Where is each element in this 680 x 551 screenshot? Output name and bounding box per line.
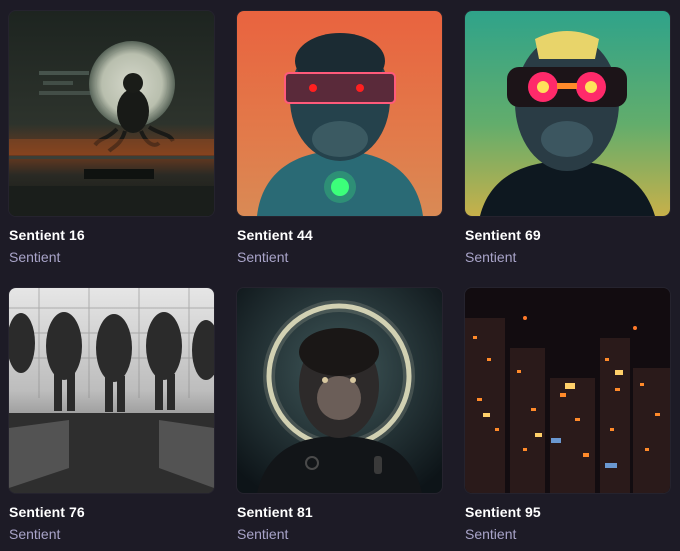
nft-collection-name[interactable]: Sentient (9, 526, 60, 542)
night-city-lights-artwork (465, 288, 670, 493)
cyber-ape-goggles-teal-artwork (465, 11, 670, 216)
ape-halo-portrait-artwork (237, 288, 442, 493)
nft-collection-name[interactable]: Sentient (465, 526, 516, 542)
cyber-ape-visor-orange-artwork (237, 11, 442, 216)
ape-soldiers-monochrome-artwork (9, 288, 214, 493)
nft-card[interactable]: Sentient 16 Sentient (9, 11, 214, 271)
nft-card[interactable]: Sentient 76 Sentient (9, 288, 214, 548)
nft-card[interactable]: Sentient 44 Sentient (237, 11, 442, 271)
moon-ape-octopus-artwork (9, 11, 214, 216)
nft-collection-name[interactable]: Sentient (9, 249, 60, 265)
nft-image[interactable] (9, 288, 214, 493)
nft-image[interactable] (465, 11, 670, 216)
nft-title[interactable]: Sentient 76 (9, 504, 85, 520)
nft-collection-name[interactable]: Sentient (237, 249, 288, 265)
nft-image[interactable] (9, 11, 214, 216)
nft-collection-name[interactable]: Sentient (465, 249, 516, 265)
nft-title[interactable]: Sentient 81 (237, 504, 313, 520)
nft-image[interactable] (237, 11, 442, 216)
nft-image[interactable] (237, 288, 442, 493)
nft-title[interactable]: Sentient 95 (465, 504, 541, 520)
nft-gallery-grid: Sentient 16 Sentient Sentient 44 Sentien… (0, 0, 680, 551)
nft-card[interactable]: Sentient 95 Sentient (465, 288, 670, 548)
nft-title[interactable]: Sentient 44 (237, 227, 313, 243)
nft-title[interactable]: Sentient 16 (9, 227, 85, 243)
nft-image[interactable] (465, 288, 670, 493)
nft-collection-name[interactable]: Sentient (237, 526, 288, 542)
nft-card[interactable]: Sentient 81 Sentient (237, 288, 442, 548)
nft-card[interactable]: Sentient 69 Sentient (465, 11, 670, 271)
nft-title[interactable]: Sentient 69 (465, 227, 541, 243)
